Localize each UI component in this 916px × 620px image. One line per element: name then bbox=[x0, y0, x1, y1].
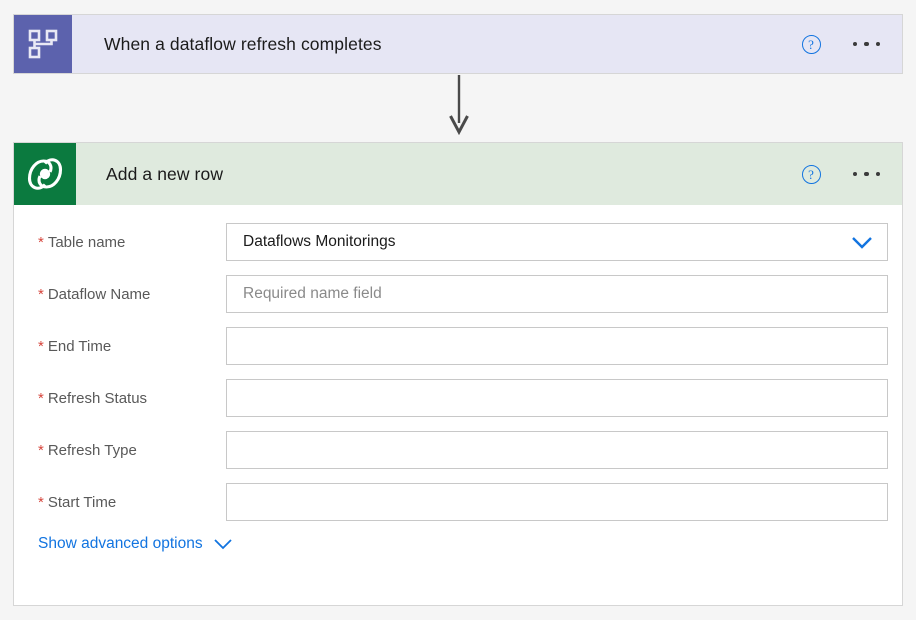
show-advanced-options-label: Show advanced options bbox=[38, 535, 203, 552]
field-label-refresh-type: * Refresh Type bbox=[14, 442, 226, 459]
end-time-input[interactable] bbox=[226, 327, 888, 365]
field-wrapper bbox=[226, 223, 888, 261]
more-commands-icon[interactable] bbox=[851, 166, 883, 183]
flow-designer-canvas: When a dataflow refresh completes ? Add … bbox=[0, 0, 916, 620]
field-label-text: Refresh Status bbox=[47, 389, 148, 407]
field-label-text: Dataflow Name bbox=[47, 285, 151, 303]
field-wrapper bbox=[226, 483, 888, 521]
form-row: * Refresh Status bbox=[14, 379, 902, 417]
required-marker: * bbox=[38, 493, 44, 511]
chevron-down-icon bbox=[213, 539, 232, 550]
action-card-header[interactable]: Add a new row ? bbox=[14, 143, 902, 205]
field-wrapper bbox=[226, 275, 888, 313]
field-label-refresh-status: * Refresh Status bbox=[14, 390, 226, 407]
form-row: * Refresh Type bbox=[14, 431, 902, 469]
action-card-actions: ? bbox=[801, 143, 903, 205]
arrow-down-icon bbox=[449, 75, 469, 136]
field-wrapper bbox=[226, 327, 888, 365]
dataverse-icon bbox=[14, 143, 76, 205]
action-title: Add a new row bbox=[106, 163, 224, 184]
trigger-card-actions: ? bbox=[801, 15, 903, 73]
required-marker: * bbox=[38, 285, 44, 303]
required-marker: * bbox=[38, 389, 44, 407]
form-row: * Dataflow Name bbox=[14, 275, 902, 313]
field-wrapper bbox=[226, 431, 888, 469]
field-label-dataflow-name: * Dataflow Name bbox=[14, 286, 226, 303]
required-marker: * bbox=[38, 441, 44, 459]
show-advanced-options-link[interactable]: Show advanced options bbox=[14, 535, 233, 553]
required-marker: * bbox=[38, 233, 44, 251]
dataflow-name-input[interactable] bbox=[226, 275, 888, 313]
chevron-down-icon[interactable] bbox=[848, 223, 876, 261]
trigger-card-header[interactable]: When a dataflow refresh completes ? bbox=[14, 15, 902, 73]
trigger-title: When a dataflow refresh completes bbox=[104, 33, 382, 54]
action-form: *Table name *Dataflow Name bbox=[14, 205, 902, 553]
help-icon[interactable]: ? bbox=[801, 164, 821, 184]
more-commands-icon[interactable] bbox=[851, 36, 883, 53]
field-label-table-name: * Table name bbox=[14, 234, 226, 251]
trigger-card[interactable]: When a dataflow refresh completes ? bbox=[13, 14, 903, 74]
field-label-text: Start Time bbox=[47, 493, 117, 511]
field-label-text: Table name bbox=[47, 233, 126, 251]
action-card[interactable]: Add a new row ? * Table name Dataflows M… bbox=[13, 142, 903, 606]
start-time-input[interactable] bbox=[226, 483, 888, 521]
help-icon[interactable]: ? bbox=[801, 34, 821, 54]
field-wrapper bbox=[226, 379, 888, 417]
form-row: * Start Time bbox=[14, 483, 902, 521]
refresh-type-input[interactable] bbox=[226, 431, 888, 469]
field-label-start-time: * Start Time bbox=[14, 494, 226, 511]
required-marker: * bbox=[38, 337, 44, 355]
form-row: * Table name bbox=[14, 223, 902, 261]
field-label-end-time: * End Time bbox=[14, 338, 226, 355]
refresh-status-input[interactable] bbox=[226, 379, 888, 417]
form-row: * End Time bbox=[14, 327, 902, 365]
field-label-text: Refresh Type bbox=[47, 441, 137, 459]
dataflow-hierarchy-icon bbox=[14, 15, 72, 73]
field-label-text: End Time bbox=[47, 337, 112, 355]
table-name-input[interactable] bbox=[226, 223, 888, 261]
